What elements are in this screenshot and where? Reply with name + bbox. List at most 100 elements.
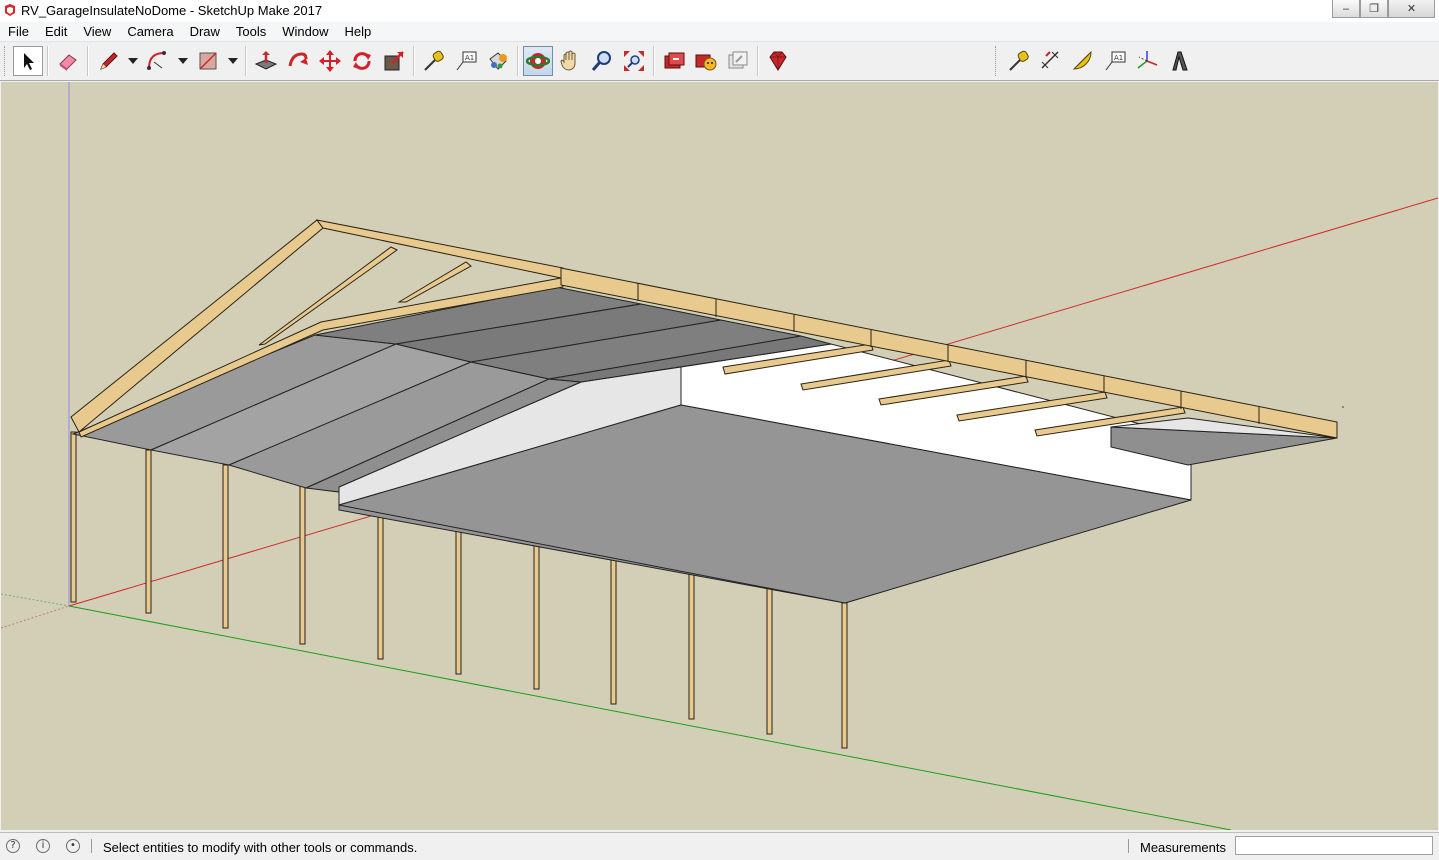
toolbar-separator (517, 46, 519, 76)
extension-warehouse-icon (695, 54, 717, 71)
zoom-tool-button[interactable] (587, 46, 617, 76)
arc-tool-button[interactable] (143, 46, 173, 76)
post (70, 431, 77, 603)
tape-measure-icon (1009, 50, 1029, 71)
menu-window[interactable]: Window (274, 22, 336, 41)
post (841, 602, 848, 749)
text-label-icon: A1 (1105, 51, 1126, 71)
close-button[interactable]: ✕ (1388, 0, 1435, 18)
measurements-input[interactable] (1235, 836, 1433, 855)
push-pull-icon (254, 51, 278, 70)
green-axis-dotted (1, 593, 70, 607)
svg-text:A1: A1 (465, 54, 474, 62)
pencil-tool-button[interactable] (93, 46, 123, 76)
3d-warehouse-icon (664, 52, 685, 69)
window-controls: – ❐ ✕ (1332, 0, 1435, 19)
post (377, 511, 384, 660)
dimension-tool-button[interactable] (1036, 46, 1066, 76)
menu-view[interactable]: View (75, 22, 119, 41)
svg-text:A1: A1 (1114, 54, 1123, 62)
arc-dropdown[interactable] (175, 46, 191, 76)
3d-warehouse-button[interactable] (659, 46, 689, 76)
pencil-dropdown[interactable] (125, 46, 141, 76)
toolbar-separator (47, 46, 49, 76)
window-title: RV_GarageInsulateNoDome - SketchUp Make … (21, 3, 323, 18)
rotate-icon (353, 52, 371, 70)
measurements-label: Measurements (1140, 840, 1226, 855)
text-annotation-button[interactable]: A1 (1100, 46, 1130, 76)
status-separator (1128, 839, 1129, 853)
green-axis (68, 605, 1232, 830)
toolbar-separator (87, 46, 89, 76)
truss-top-chord-right (315, 219, 564, 279)
rectangle-tool-button[interactable] (193, 46, 223, 76)
menu-help[interactable]: Help (337, 22, 380, 41)
tape-measure-icon (424, 50, 444, 71)
menu-draw[interactable]: Draw (182, 22, 228, 41)
axes-tool-button[interactable] (1132, 46, 1162, 76)
toolbar-grip[interactable] (995, 46, 999, 76)
follow-me-tool-button[interactable] (283, 46, 313, 76)
toolbar-separator (653, 46, 655, 76)
modeling-viewport[interactable] (1, 82, 1438, 830)
layout-icon (728, 51, 748, 69)
toolbar-separator (757, 46, 759, 76)
geolocation-icon[interactable]: ? (6, 839, 20, 853)
construction-tape-measure-button[interactable] (1004, 46, 1034, 76)
menu-tools[interactable]: Tools (228, 22, 274, 41)
post (766, 587, 773, 735)
eraser-tool-button[interactable] (53, 46, 83, 76)
scale-tool-button[interactable] (379, 46, 409, 76)
zoom-extents-tool-button[interactable] (619, 46, 649, 76)
select-tool-button[interactable] (13, 46, 43, 76)
move-icon (319, 50, 341, 72)
eraser-icon (59, 54, 77, 71)
ruby-gem-icon (769, 51, 787, 71)
post (610, 557, 617, 705)
title-bar: RV_GarageInsulateNoDome - SketchUp Make … (0, 0, 1439, 23)
extensions-ruby-button[interactable] (763, 46, 793, 76)
user-account-icon[interactable]: • (66, 839, 80, 853)
chevron-down-icon (178, 58, 188, 64)
post (145, 449, 152, 614)
menu-bar: File Edit View Camera Draw Tools Window … (0, 22, 1439, 42)
push-pull-tool-button[interactable] (251, 46, 281, 76)
status-bar: ? i • Select entities to modify with oth… (0, 832, 1439, 860)
post (299, 480, 306, 645)
protractor-tool-button[interactable] (1068, 46, 1098, 76)
maximize-button[interactable]: ❐ (1360, 0, 1388, 18)
toolbar-grip[interactable] (4, 46, 8, 76)
post (455, 526, 462, 675)
3d-text-tool-button[interactable] (1164, 46, 1194, 76)
toolbar-separator (413, 46, 415, 76)
sketchup-app-icon[interactable] (3, 3, 16, 17)
menu-edit[interactable]: Edit (37, 22, 75, 41)
credits-info-icon[interactable]: i (36, 839, 50, 853)
pan-tool-button[interactable] (555, 46, 585, 76)
minimize-button[interactable]: – (1332, 0, 1360, 18)
rectangle-dropdown[interactable] (225, 46, 241, 76)
rotate-tool-button[interactable] (347, 46, 377, 76)
rectangle-icon (199, 52, 217, 70)
move-tool-button[interactable] (315, 46, 345, 76)
axes-icon (1137, 51, 1158, 69)
text-tool-button[interactable]: A1 (451, 46, 481, 76)
menu-file[interactable]: File (0, 22, 37, 41)
post (688, 572, 695, 720)
follow-me-icon (288, 52, 308, 67)
orbit-tool-button[interactable] (523, 46, 553, 76)
scale-icon (384, 51, 404, 71)
menu-camera[interactable]: Camera (119, 22, 181, 41)
protractor-icon (1072, 50, 1092, 70)
zoom-magnifier-icon (591, 51, 611, 71)
select-arrow-icon (24, 53, 34, 70)
extension-warehouse-button[interactable] (691, 46, 721, 76)
paint-bucket-icon (489, 52, 507, 70)
chevron-down-icon (128, 58, 138, 64)
tape-measure-tool-button[interactable] (419, 46, 449, 76)
model-scene[interactable] (1, 82, 1438, 830)
layout-send-button[interactable] (723, 46, 753, 76)
post (222, 464, 229, 629)
right-toolbar-group: A1 (995, 42, 1195, 80)
paint-bucket-tool-button[interactable] (483, 46, 513, 76)
